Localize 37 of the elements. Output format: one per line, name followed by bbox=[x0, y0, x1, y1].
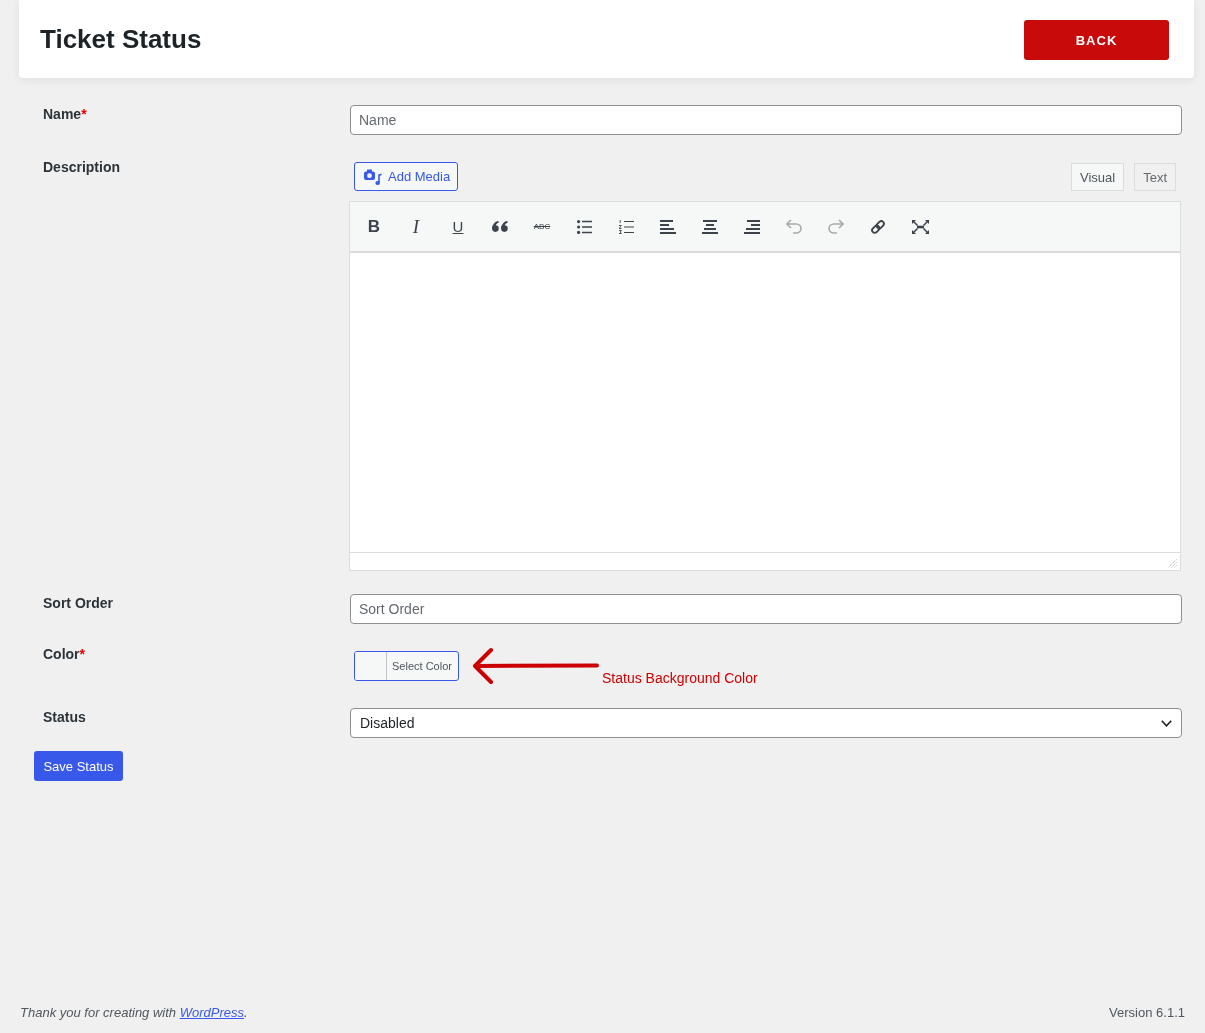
status-select[interactable]: Disabled bbox=[350, 708, 1182, 738]
field-label: Sort Order bbox=[43, 595, 113, 611]
strikethrough-button[interactable]: ABC bbox=[527, 211, 557, 242]
bold-button[interactable]: B bbox=[359, 211, 389, 242]
save-status-button[interactable]: Save Status bbox=[34, 751, 123, 781]
underline-button[interactable]: U bbox=[443, 211, 473, 242]
bullet-list-icon bbox=[576, 219, 592, 234]
chevron-down-icon bbox=[1161, 719, 1172, 727]
annotation-text: Status Background Color bbox=[602, 670, 758, 686]
editor-tab[interactable]: Visual bbox=[1070, 163, 1125, 191]
text-input[interactable]: Name bbox=[350, 105, 1182, 135]
align-left-icon bbox=[660, 219, 676, 234]
quote-icon bbox=[492, 221, 508, 232]
add-media-button[interactable]: Add Media bbox=[354, 162, 459, 191]
align-center-icon bbox=[702, 219, 718, 234]
italic-button[interactable]: I bbox=[401, 211, 431, 242]
footer-credit: Thank you for creating with WordPress. bbox=[20, 1004, 248, 1022]
field-label: Description bbox=[43, 159, 120, 175]
undo-icon bbox=[786, 219, 802, 234]
page-title: Ticket Status bbox=[40, 23, 202, 55]
back-button[interactable]: BACK bbox=[1024, 20, 1169, 60]
field-label: Color* bbox=[43, 646, 85, 662]
field-label: Name* bbox=[43, 106, 87, 122]
text-input[interactable]: Sort Order bbox=[350, 594, 1182, 624]
field-label: Status bbox=[43, 709, 86, 725]
color-swatch-icon bbox=[355, 652, 387, 680]
select-color-button[interactable]: Select Color bbox=[354, 651, 459, 681]
align-right-icon bbox=[744, 219, 760, 234]
numbered-list-icon bbox=[618, 219, 634, 234]
resize-handle-icon[interactable] bbox=[1168, 559, 1177, 568]
camera-music-icon bbox=[364, 168, 382, 185]
version-text: Version 6.1.1 bbox=[1109, 1004, 1185, 1022]
link-icon bbox=[870, 218, 886, 235]
fullscreen-icon bbox=[911, 219, 929, 234]
editor-tab[interactable]: Text bbox=[1134, 163, 1176, 191]
redo-icon bbox=[828, 219, 844, 234]
wordpress-link[interactable]: WordPress bbox=[179, 1005, 244, 1020]
